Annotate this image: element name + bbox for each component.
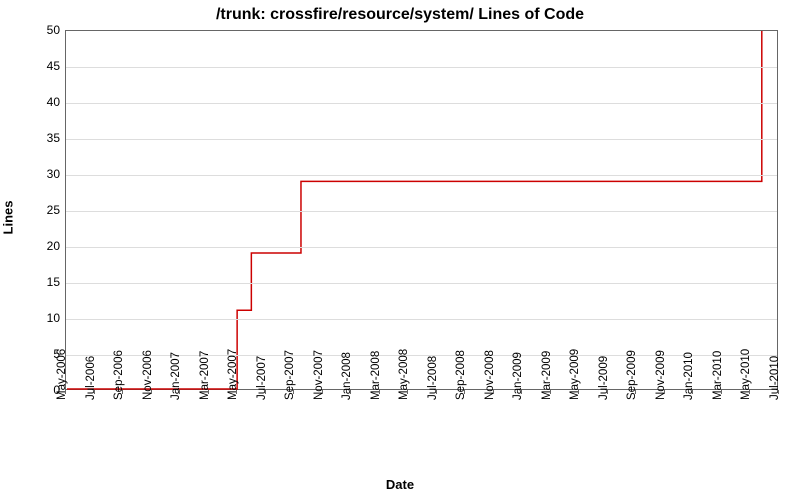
x-tick-label: Jan-2009 [512,352,524,400]
series-line [67,31,762,389]
gridline [66,175,777,176]
x-tick-label: Jan-2008 [341,352,353,400]
x-tick-label: Nov-2007 [313,350,325,400]
y-tick-label: 35 [30,131,60,145]
y-tick-label: 45 [30,59,60,73]
chart-container: /trunk: crossfire/resource/system/ Lines… [0,0,800,500]
x-axis-label: Date [0,477,800,492]
x-tick-label: Mar-2009 [541,351,553,400]
x-tick-label: May-2007 [227,349,239,400]
gridline [66,247,777,248]
x-tick-label: May-2006 [56,349,68,400]
x-tick-label: May-2009 [569,349,581,400]
x-tick-label: Jan-2007 [170,352,182,400]
chart-title: /trunk: crossfire/resource/system/ Lines… [0,6,800,24]
x-tick-label: Jul-2010 [769,356,781,400]
y-tick-label: 10 [30,311,60,325]
x-tick-label: Nov-2006 [142,350,154,400]
x-tick-label: Mar-2010 [712,351,724,400]
x-tick-label: Sep-2009 [626,350,638,400]
y-tick-label: 15 [30,275,60,289]
y-axis-label: Lines [1,201,16,235]
y-tick-label: 20 [30,239,60,253]
x-tick-label: Sep-2006 [113,350,125,400]
gridline [66,319,777,320]
y-tick-label: 25 [30,203,60,217]
gridline [66,139,777,140]
x-tick-label: Jul-2009 [598,356,610,400]
plot-area [65,30,778,390]
x-tick-label: May-2010 [740,349,752,400]
x-tick-label: Mar-2007 [199,351,211,400]
x-tick-label: Jul-2008 [427,356,439,400]
x-tick-label: Jan-2010 [683,352,695,400]
y-tick-label: 50 [30,23,60,37]
x-tick-label: Jul-2006 [85,356,97,400]
line-series [66,31,777,389]
x-tick-label: May-2008 [398,349,410,400]
gridline [66,211,777,212]
x-tick-label: Sep-2008 [455,350,467,400]
gridline [66,103,777,104]
x-tick-label: Mar-2008 [370,351,382,400]
gridline [66,283,777,284]
x-tick-label: Nov-2009 [655,350,667,400]
y-tick-label: 40 [30,95,60,109]
gridline [66,67,777,68]
y-tick-label: 30 [30,167,60,181]
x-tick-label: Sep-2007 [284,350,296,400]
x-tick-label: Nov-2008 [484,350,496,400]
x-tick-label: Jul-2007 [256,356,268,400]
